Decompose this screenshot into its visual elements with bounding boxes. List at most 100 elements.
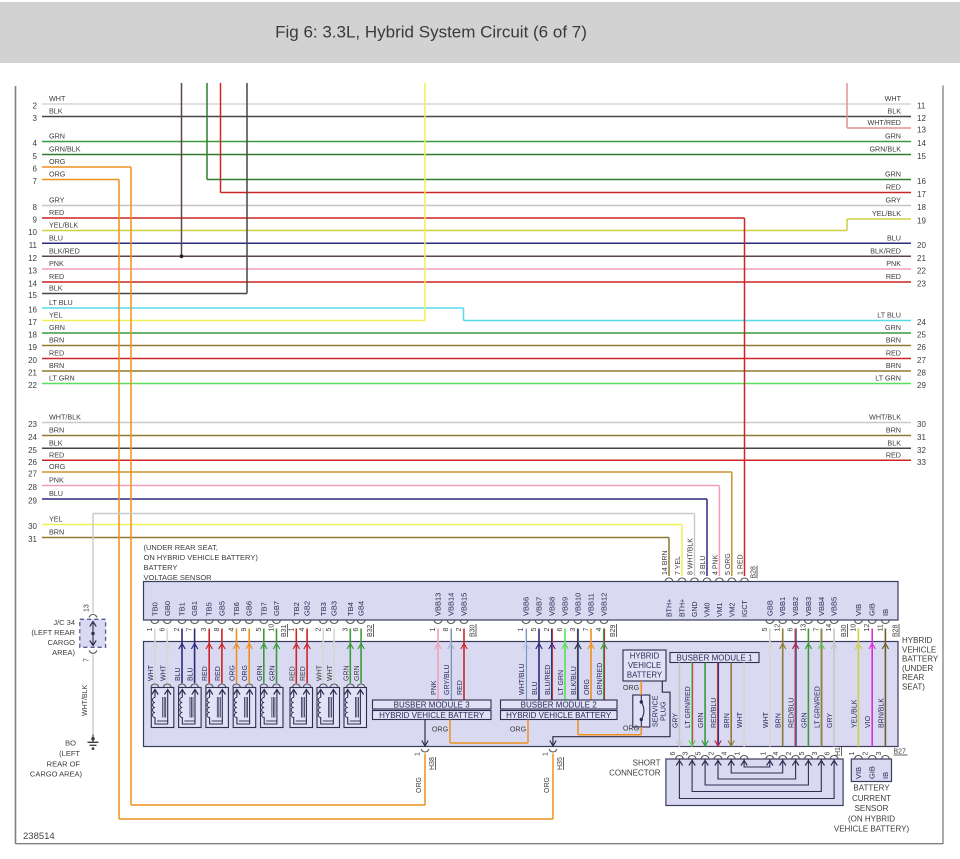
svg-text:VBB7: VBB7 xyxy=(535,597,544,616)
svg-text:4: 4 xyxy=(33,139,38,148)
svg-text:PNK: PNK xyxy=(49,476,64,485)
svg-text:1: 1 xyxy=(430,628,437,632)
svg-text:28: 28 xyxy=(917,369,926,378)
svg-text:10: 10 xyxy=(269,624,276,632)
svg-text:GRN/BLK: GRN/BLK xyxy=(49,145,81,154)
svg-text:PLUG: PLUG xyxy=(659,701,668,721)
svg-text:H35: H35 xyxy=(557,757,564,770)
svg-text:6: 6 xyxy=(825,752,832,756)
svg-text:LT GRN: LT GRN xyxy=(875,374,901,383)
svg-text:5: 5 xyxy=(762,628,769,632)
svg-text:28: 28 xyxy=(28,483,37,492)
svg-text:WHT: WHT xyxy=(885,94,902,103)
svg-text:GRN: GRN xyxy=(885,323,901,332)
svg-text:13: 13 xyxy=(28,267,37,276)
svg-text:GB7: GB7 xyxy=(272,601,281,616)
svg-text:33: 33 xyxy=(917,458,926,467)
svg-text:4: 4 xyxy=(299,628,306,632)
svg-text:RED: RED xyxy=(300,666,307,681)
svg-text:GB4: GB4 xyxy=(357,601,366,616)
svg-text:13: 13 xyxy=(84,604,91,612)
svg-text:GRN/RED: GRN/RED xyxy=(597,663,604,695)
svg-text:24: 24 xyxy=(917,318,926,327)
svg-text:3: 3 xyxy=(201,628,208,632)
svg-text:GRY: GRY xyxy=(49,196,65,205)
svg-text:VIB: VIB xyxy=(854,604,863,616)
svg-text:WHT: WHT xyxy=(49,94,66,103)
svg-text:BLK: BLK xyxy=(49,439,63,448)
svg-text:GB3: GB3 xyxy=(330,601,339,616)
svg-text:SEAT): SEAT) xyxy=(902,683,925,692)
svg-text:HYBRID VEHICLE BATTERY: HYBRID VEHICLE BATTERY xyxy=(379,711,485,720)
svg-text:2: 2 xyxy=(456,628,463,632)
svg-text:RED: RED xyxy=(202,666,209,681)
svg-text:GRY: GRY xyxy=(886,196,902,205)
svg-text:GRN: GRN xyxy=(257,665,264,681)
svg-text:GB5: GB5 xyxy=(217,601,226,616)
svg-text:GIB: GIB xyxy=(868,603,877,616)
svg-text:LT GRN: LT GRN xyxy=(558,670,565,695)
svg-text:26: 26 xyxy=(28,458,37,467)
svg-text:1: 1 xyxy=(735,752,742,756)
svg-text:GB6: GB6 xyxy=(245,601,254,616)
svg-text:3: 3 xyxy=(33,114,38,123)
svg-text:7: 7 xyxy=(33,177,38,186)
svg-text:B28: B28 xyxy=(751,566,758,579)
svg-text:26: 26 xyxy=(917,343,926,352)
svg-text:CONNECTOR: CONNECTOR xyxy=(609,769,661,778)
svg-text:ORG: ORG xyxy=(584,679,591,695)
svg-text:REAR: REAR xyxy=(902,673,924,682)
svg-text:14: 14 xyxy=(917,139,926,148)
svg-text:GB0: GB0 xyxy=(163,601,172,616)
svg-text:GRN/BLK: GRN/BLK xyxy=(869,145,901,154)
svg-text:27: 27 xyxy=(917,356,926,365)
svg-text:6: 6 xyxy=(788,628,795,632)
svg-text:GRY: GRY xyxy=(827,713,834,728)
svg-text:5: 5 xyxy=(531,628,538,632)
svg-text:2: 2 xyxy=(786,752,793,756)
svg-text:1: 1 xyxy=(543,752,550,756)
svg-text:(UNDER: (UNDER xyxy=(902,664,933,673)
svg-text:VM0: VM0 xyxy=(705,603,712,618)
svg-text:4: 4 xyxy=(722,752,729,756)
svg-text:20: 20 xyxy=(28,356,37,365)
svg-text:B32: B32 xyxy=(367,624,374,637)
svg-text:3: 3 xyxy=(570,628,577,632)
svg-text:3: 3 xyxy=(342,628,349,632)
svg-text:RED: RED xyxy=(49,349,64,358)
svg-text:GRN: GRN xyxy=(885,132,901,141)
svg-text:3: 3 xyxy=(683,752,690,756)
svg-text:25: 25 xyxy=(28,446,37,455)
svg-text:LT GRN/RED: LT GRN/RED xyxy=(814,686,821,728)
svg-text:GRY: GRY xyxy=(672,713,679,728)
svg-text:VBB2: VBB2 xyxy=(791,597,800,616)
svg-text:ORG: ORG xyxy=(432,725,449,734)
svg-text:BLU/RED: BLU/RED xyxy=(545,665,552,695)
svg-text:27: 27 xyxy=(28,470,37,479)
svg-text:BATTERY: BATTERY xyxy=(144,563,178,572)
svg-text:VIO: VIO xyxy=(865,715,872,728)
svg-text:RED: RED xyxy=(289,666,296,681)
svg-text:2: 2 xyxy=(315,628,322,632)
svg-text:CURRENT: CURRENT xyxy=(852,794,891,803)
svg-text:HYBRID: HYBRID xyxy=(902,636,932,645)
svg-text:23: 23 xyxy=(917,280,926,289)
svg-text:WHT/BLK: WHT/BLK xyxy=(869,413,901,422)
svg-text:VBB14: VBB14 xyxy=(447,593,456,616)
svg-text:YEL/BLK: YEL/BLK xyxy=(872,209,901,218)
svg-text:RED/BLU: RED/BLU xyxy=(711,698,718,728)
svg-text:ORG: ORG xyxy=(623,683,640,692)
svg-text:BLK: BLK xyxy=(887,107,901,116)
svg-text:VBB5: VBB5 xyxy=(830,597,839,616)
svg-text:BLK: BLK xyxy=(49,284,63,293)
svg-text:PNK: PNK xyxy=(49,259,64,268)
svg-text:B30: B30 xyxy=(470,624,477,637)
svg-text:(LEFT: (LEFT xyxy=(59,749,80,758)
svg-text:VBB10: VBB10 xyxy=(574,593,583,616)
svg-text:ORG: ORG xyxy=(623,724,640,733)
svg-text:32: 32 xyxy=(917,446,926,455)
svg-text:1: 1 xyxy=(760,752,767,756)
svg-text:29: 29 xyxy=(917,381,926,390)
svg-text:ORG: ORG xyxy=(49,157,66,166)
svg-text:2: 2 xyxy=(863,752,870,756)
